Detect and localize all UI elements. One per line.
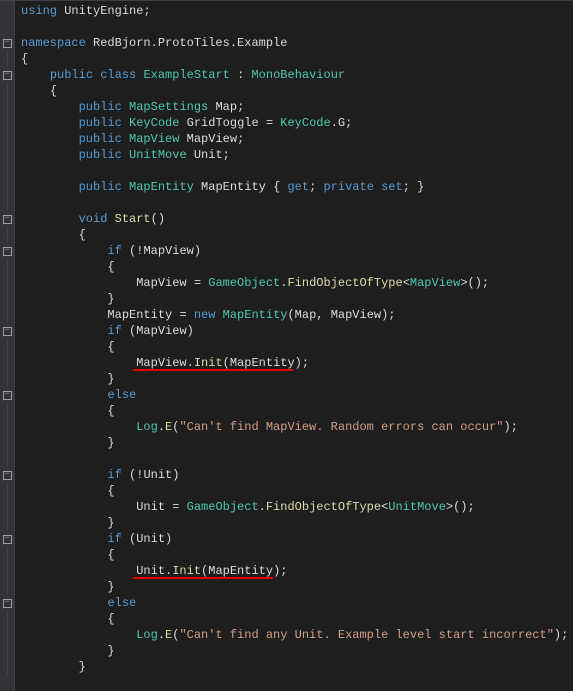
- fold-icon[interactable]: −: [3, 391, 12, 400]
- code-line[interactable]: }: [21, 515, 573, 531]
- code-line[interactable]: }: [21, 371, 573, 387]
- code-line[interactable]: MapView.Init(MapEntity);: [21, 355, 573, 371]
- fold-icon[interactable]: −: [3, 39, 12, 48]
- code-line[interactable]: public KeyCode GridToggle = KeyCode.G;: [21, 115, 573, 131]
- code-line[interactable]: if (!MapView): [21, 243, 573, 259]
- code-line[interactable]: Unit = GameObject.FindObjectOfType<UnitM…: [21, 499, 573, 515]
- fold-icon[interactable]: −: [3, 71, 12, 80]
- code-line[interactable]: MapView = GameObject.FindObjectOfType<Ma…: [21, 275, 573, 291]
- code-line[interactable]: {: [21, 483, 573, 499]
- code-line[interactable]: {: [21, 83, 573, 99]
- code-line[interactable]: }: [21, 659, 573, 675]
- code-area[interactable]: using UnityEngine; namespace RedBjorn.Pr…: [15, 1, 573, 691]
- code-line[interactable]: public UnitMove Unit;: [21, 147, 573, 163]
- code-line[interactable]: void Start(): [21, 211, 573, 227]
- code-line[interactable]: [21, 195, 573, 211]
- code-line[interactable]: {: [21, 403, 573, 419]
- code-line[interactable]: }: [21, 643, 573, 659]
- code-line[interactable]: Log.E("Can't find any Unit. Example leve…: [21, 627, 573, 643]
- code-line[interactable]: [21, 19, 573, 35]
- code-line[interactable]: using UnityEngine;: [21, 3, 573, 19]
- fold-icon[interactable]: −: [3, 215, 12, 224]
- code-line[interactable]: {: [21, 611, 573, 627]
- code-line[interactable]: else: [21, 387, 573, 403]
- code-line[interactable]: [21, 451, 573, 467]
- fold-icon[interactable]: −: [3, 327, 12, 336]
- code-line[interactable]: public MapView MapView;: [21, 131, 573, 147]
- code-line[interactable]: }: [21, 435, 573, 451]
- code-line[interactable]: public class ExampleStart : MonoBehaviou…: [21, 67, 573, 83]
- code-line[interactable]: MapEntity = new MapEntity(Map, MapView);: [21, 307, 573, 323]
- fold-icon[interactable]: −: [3, 247, 12, 256]
- code-line[interactable]: public MapSettings Map;: [21, 99, 573, 115]
- code-line[interactable]: }: [21, 291, 573, 307]
- code-line[interactable]: Log.E("Can't find MapView. Random errors…: [21, 419, 573, 435]
- code-line[interactable]: [21, 163, 573, 179]
- code-line[interactable]: {: [21, 339, 573, 355]
- fold-gutter: − − − − − − − − −: [0, 1, 15, 691]
- code-line[interactable]: if (Unit): [21, 531, 573, 547]
- code-line[interactable]: }: [21, 579, 573, 595]
- code-line[interactable]: {: [21, 51, 573, 67]
- code-line[interactable]: if (MapView): [21, 323, 573, 339]
- code-line[interactable]: if (!Unit): [21, 467, 573, 483]
- code-line[interactable]: {: [21, 547, 573, 563]
- code-line[interactable]: Unit.Init(MapEntity);: [21, 563, 573, 579]
- code-line[interactable]: {: [21, 259, 573, 275]
- fold-icon[interactable]: −: [3, 599, 12, 608]
- code-line[interactable]: else: [21, 595, 573, 611]
- code-line[interactable]: {: [21, 227, 573, 243]
- code-editor[interactable]: − − − − − − − − −: [0, 0, 573, 691]
- fold-icon[interactable]: −: [3, 471, 12, 480]
- code-line[interactable]: public MapEntity MapEntity { get; privat…: [21, 179, 573, 195]
- code-line[interactable]: namespace RedBjorn.ProtoTiles.Example: [21, 35, 573, 51]
- fold-icon[interactable]: −: [3, 535, 12, 544]
